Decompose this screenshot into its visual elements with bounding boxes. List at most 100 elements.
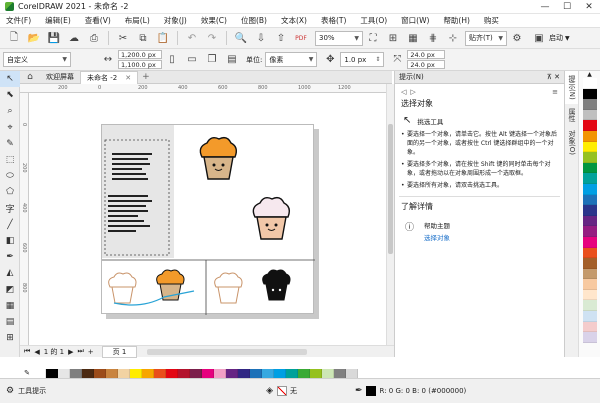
color-swatch[interactable]	[322, 368, 334, 378]
color-swatch[interactable]	[274, 368, 286, 378]
home-icon[interactable]: ⌂	[23, 70, 37, 84]
vertical-scrollbar[interactable]	[386, 84, 394, 345]
menu-view[interactable]: 查看(V)	[79, 14, 119, 27]
color-swatch[interactable]	[298, 368, 310, 378]
eyedropper-icon[interactable]: ✎	[20, 369, 34, 377]
color-swatch[interactable]	[583, 300, 597, 312]
color-swatch[interactable]	[583, 88, 597, 100]
undo-icon[interactable]: ↶	[185, 31, 199, 45]
palette-scroll-up-icon[interactable]: ▲	[579, 71, 600, 78]
full-screen-icon[interactable]: ⛶	[366, 31, 380, 45]
color-swatch[interactable]	[583, 236, 597, 248]
color-swatch[interactable]	[583, 321, 597, 333]
menu-table[interactable]: 表格(T)	[315, 14, 354, 27]
menu-icon[interactable]: ≡	[552, 88, 558, 96]
text-tool-icon[interactable]: 字	[0, 201, 20, 217]
maximize-icon[interactable]: ☐	[556, 0, 578, 14]
menu-bitmaps[interactable]: 位图(B)	[235, 14, 275, 27]
export-icon[interactable]: ⇧	[274, 31, 288, 45]
horizontal-ruler[interactable]: 200 0 200 400 600 800 1000 1200	[20, 84, 386, 93]
color-swatch[interactable]	[94, 368, 106, 378]
color-swatch[interactable]	[334, 368, 346, 378]
fill-tool-icon[interactable]: ◭	[0, 265, 20, 281]
shape-tool-icon[interactable]: ⬉	[0, 87, 20, 103]
color-swatch[interactable]	[583, 268, 597, 280]
prev-page-icon[interactable]: ◀	[34, 348, 39, 356]
menu-window[interactable]: 窗口(W)	[395, 14, 437, 27]
import-icon[interactable]: ⇩	[254, 31, 268, 45]
copy-icon[interactable]: ⧉	[136, 31, 150, 45]
menu-text[interactable]: 文本(X)	[275, 14, 315, 27]
rulers-icon[interactable]: ⊞	[386, 31, 400, 45]
zoom-tool-icon[interactable]: ⌖	[0, 120, 20, 136]
close-icon[interactable]: ✕	[578, 0, 600, 14]
launch-button[interactable]: ▣ 启动 ▼	[529, 31, 569, 45]
color-swatch[interactable]	[583, 162, 597, 174]
transparency-tool-icon[interactable]: ▤	[0, 314, 20, 330]
smart-fill-tool-icon[interactable]: ◩	[0, 281, 20, 297]
color-swatch[interactable]	[250, 368, 262, 378]
menu-layout[interactable]: 布局(L)	[119, 14, 158, 27]
scroll-thumb[interactable]	[388, 124, 393, 254]
color-swatch[interactable]	[82, 368, 94, 378]
color-swatch[interactable]	[583, 109, 597, 121]
page-tab[interactable]: 页 1	[101, 345, 138, 358]
grid-icon[interactable]: ▦	[406, 31, 420, 45]
all-pages-icon[interactable]: ❐	[205, 53, 219, 67]
color-swatch[interactable]	[166, 368, 178, 378]
add-page-icon[interactable]: +	[88, 348, 94, 356]
minimize-icon[interactable]: —	[534, 0, 556, 14]
color-swatch[interactable]	[226, 368, 238, 378]
color-swatch[interactable]	[142, 368, 154, 378]
color-swatch[interactable]	[583, 152, 597, 163]
fill-indicator[interactable]: ◈ 无	[266, 386, 297, 396]
color-swatch[interactable]	[583, 311, 597, 322]
menu-help[interactable]: 帮助(H)	[437, 14, 478, 27]
color-swatch[interactable]	[583, 205, 597, 216]
current-page-icon[interactable]: ▤	[225, 53, 239, 67]
color-swatch[interactable]	[583, 120, 597, 131]
snap-to-dropdown[interactable]: 贴齐(T) ▼	[465, 30, 507, 46]
side-tab-properties[interactable]: 属性	[565, 104, 579, 126]
document-page[interactable]	[101, 124, 315, 315]
cloud-icon[interactable]: ☁	[67, 31, 81, 45]
duplicate-y-input[interactable]: 24.0 px	[407, 60, 446, 69]
color-swatch[interactable]	[583, 183, 597, 195]
gear-icon[interactable]: ⚙	[510, 31, 524, 45]
cut-icon[interactable]: ✂	[116, 31, 130, 45]
search-icon[interactable]: 🔍	[234, 31, 248, 45]
last-page-icon[interactable]: ⏭	[77, 347, 83, 356]
menu-object[interactable]: 对象(J)	[158, 14, 195, 27]
new-tab-icon[interactable]: +	[142, 72, 150, 82]
portrait-icon[interactable]: ▯	[165, 53, 179, 67]
close-tab-icon[interactable]: ✕	[125, 74, 131, 82]
eyedropper-tool-icon[interactable]: ✒	[0, 249, 20, 265]
drawing-canvas[interactable]	[29, 93, 386, 345]
shadow-tool-icon[interactable]: ◧	[0, 233, 20, 249]
redo-icon[interactable]: ↷	[205, 31, 219, 45]
pdf-icon[interactable]: PDF	[294, 31, 308, 45]
nudge-distance-input[interactable]: 1.0 px ⇕	[340, 52, 385, 67]
pick-tool-icon[interactable]: ↖	[0, 71, 20, 88]
color-swatch[interactable]	[262, 368, 274, 378]
outline-indicator[interactable]: ✒ R: 0 G: 0 B: 0 (#000000)	[355, 386, 466, 396]
save-icon[interactable]: 💾	[47, 31, 61, 45]
color-swatch[interactable]	[286, 368, 298, 378]
color-swatch[interactable]	[583, 99, 597, 110]
color-swatch[interactable]	[178, 368, 190, 378]
open-icon[interactable]: 📂	[27, 31, 41, 45]
color-swatch[interactable]	[154, 368, 166, 378]
color-swatch[interactable]	[583, 289, 597, 301]
paste-icon[interactable]: 📋	[156, 31, 170, 45]
page-height-input[interactable]: 1,100.0 px	[118, 60, 162, 69]
landscape-icon[interactable]: ▭	[185, 53, 199, 67]
first-page-icon[interactable]: ⏮	[24, 347, 30, 356]
horizontal-scrollbar[interactable]	[147, 348, 308, 355]
back-icon[interactable]: ◁	[401, 88, 406, 96]
color-swatch[interactable]	[583, 173, 597, 184]
color-swatch[interactable]	[58, 368, 70, 378]
color-swatch[interactable]	[70, 368, 82, 378]
color-swatch[interactable]	[583, 194, 597, 206]
close-icon[interactable]: ✕	[554, 73, 560, 81]
vertical-ruler[interactable]: 0 200 400 600 800	[20, 93, 29, 345]
